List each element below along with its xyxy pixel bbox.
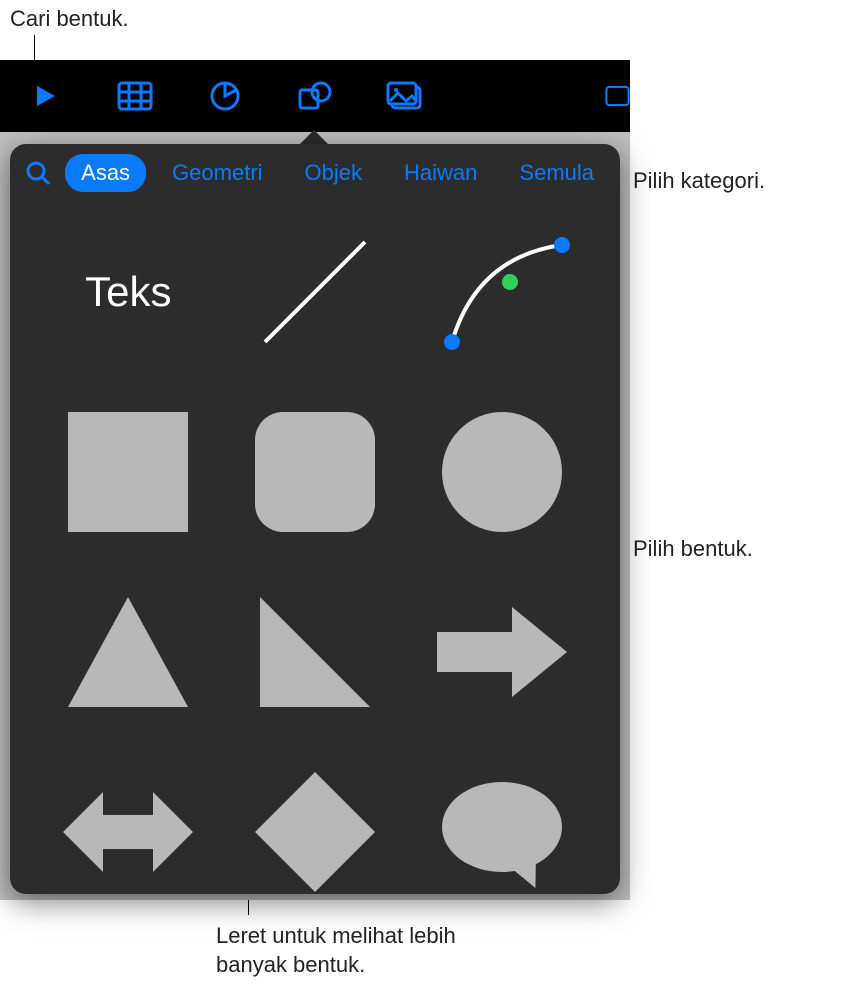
shape-right-triangle[interactable] bbox=[237, 572, 394, 732]
shape-arrow-left-right[interactable] bbox=[50, 752, 207, 894]
annotation-swipe: Leret untuk melihat lebih banyak bentuk. bbox=[216, 922, 476, 979]
tab-asas[interactable]: Asas bbox=[65, 154, 146, 192]
category-row: Asas Geometri Objek Haiwan Semula bbox=[10, 144, 620, 202]
shape-speech-bubble[interactable] bbox=[423, 752, 580, 894]
table-button[interactable] bbox=[90, 60, 180, 132]
shape-square[interactable] bbox=[50, 392, 207, 552]
shape-line[interactable] bbox=[237, 212, 394, 372]
shape-draw-with-pen[interactable] bbox=[423, 212, 580, 372]
shape-button[interactable] bbox=[270, 60, 360, 132]
search-icon bbox=[25, 160, 51, 186]
shape-triangle[interactable] bbox=[50, 572, 207, 732]
shapes-grid[interactable]: Teks bbox=[10, 202, 620, 894]
annotation-shape: Pilih bentuk. bbox=[633, 535, 753, 564]
collaborate-button[interactable] bbox=[605, 60, 630, 132]
shape-arrow-right[interactable] bbox=[423, 572, 580, 732]
annotation-search: Cari bentuk. bbox=[10, 5, 129, 34]
shape-rounded-square[interactable] bbox=[237, 392, 394, 552]
text-box-label: Teks bbox=[85, 268, 171, 316]
tab-haiwan[interactable]: Haiwan bbox=[388, 154, 493, 192]
rounded-square-icon bbox=[255, 412, 375, 532]
app-background: Asas Geometri Objek Haiwan Semula Teks bbox=[0, 60, 630, 900]
toolbar bbox=[0, 60, 630, 132]
circle-icon bbox=[442, 412, 562, 532]
speech-bubble-icon bbox=[442, 782, 562, 882]
media-button[interactable] bbox=[360, 60, 450, 132]
tab-objek[interactable]: Objek bbox=[289, 154, 378, 192]
shape-diamond[interactable] bbox=[237, 752, 394, 894]
popover-tip bbox=[300, 130, 328, 144]
tab-geometri[interactable]: Geometri bbox=[156, 154, 278, 192]
tab-semula[interactable]: Semula bbox=[503, 154, 610, 192]
shape-circle[interactable] bbox=[423, 392, 580, 552]
shapes-popover: Asas Geometri Objek Haiwan Semula Teks bbox=[10, 144, 620, 894]
square-icon bbox=[68, 412, 188, 532]
search-button[interactable] bbox=[20, 153, 55, 193]
annotation-category: Pilih kategori. bbox=[633, 167, 765, 196]
play-button[interactable] bbox=[0, 60, 90, 132]
shape-text-box[interactable]: Teks bbox=[50, 212, 207, 372]
chart-button[interactable] bbox=[180, 60, 270, 132]
